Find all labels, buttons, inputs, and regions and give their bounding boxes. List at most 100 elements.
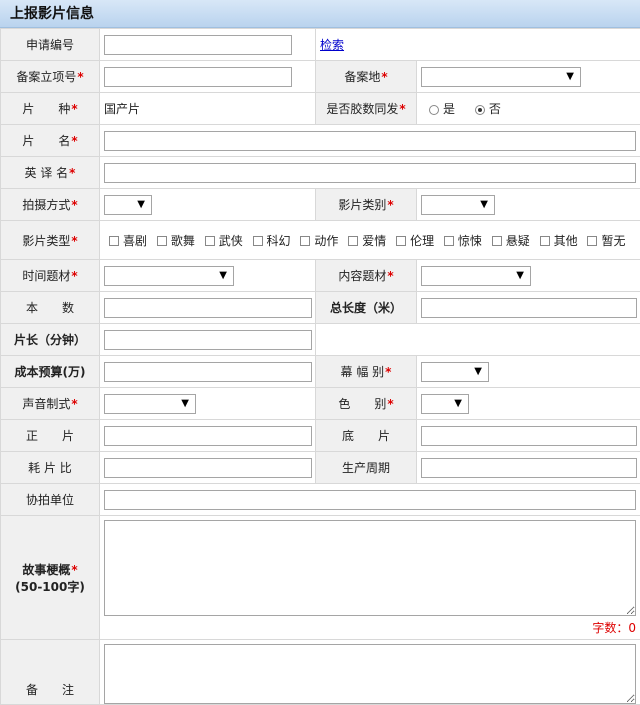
negative-film-input[interactable] <box>421 426 637 446</box>
checkbox-comedy[interactable] <box>109 236 119 246</box>
checkbox-other[interactable] <box>540 236 550 246</box>
required-mark: * <box>387 198 393 212</box>
co-producer-input[interactable] <box>104 490 636 510</box>
co-producer-label: 协拍单位 <box>1 484 100 516</box>
row-co-producer: 协拍单位 <box>1 484 640 516</box>
remarks-textarea[interactable] <box>104 644 636 704</box>
english-name-label: 英 译 名 <box>25 166 69 180</box>
checkbox-musical[interactable] <box>157 236 167 246</box>
checkbox-label: 动作 <box>314 234 338 248</box>
film-info-form: 申请编号 检索 备案立项号* 备案地* ▼ 片 种* 国产片 是否胶数同发* 是… <box>0 28 640 705</box>
time-theme-label: 时间题材 <box>22 269 70 283</box>
required-mark: * <box>69 166 75 180</box>
required-mark: * <box>387 397 393 411</box>
time-theme-select[interactable]: ▼ <box>104 266 234 286</box>
film-type-label: 影片类型 <box>22 234 70 248</box>
sound-format-label: 声音制式 <box>22 397 70 411</box>
required-mark: * <box>71 563 77 577</box>
sound-format-select[interactable]: ▼ <box>104 394 196 414</box>
content-theme-select[interactable]: ▼ <box>421 266 531 286</box>
checkbox-label: 暂无 <box>601 234 625 248</box>
negative-film-label: 底 片 <box>316 420 417 452</box>
positive-film-label: 正 片 <box>1 420 100 452</box>
film-name-input[interactable] <box>104 131 636 151</box>
checkbox-mystery[interactable] <box>492 236 502 246</box>
reels-input[interactable] <box>104 298 312 318</box>
dropdown-arrow-icon: ▼ <box>566 69 574 85</box>
production-cycle-input[interactable] <box>421 458 637 478</box>
color-type-select[interactable]: ▼ <box>421 394 469 414</box>
row-film-kind: 片 种* 国产片 是否胶数同发* 是 否 <box>1 93 640 125</box>
shoot-mode-select[interactable]: ▼ <box>104 195 152 215</box>
budget-input[interactable] <box>104 362 312 382</box>
record-no-input[interactable] <box>104 67 292 87</box>
form-title: 上报影片信息 <box>0 0 640 28</box>
required-mark: * <box>71 102 77 116</box>
checkbox-label: 科幻 <box>267 234 291 248</box>
required-mark: * <box>387 269 393 283</box>
search-link[interactable]: 检索 <box>320 38 344 52</box>
synopsis-label: 故事梗概 <box>22 563 70 577</box>
checkbox-action[interactable] <box>300 236 310 246</box>
screen-format-select[interactable]: ▼ <box>421 362 489 382</box>
dropdown-arrow-icon: ▼ <box>516 268 524 284</box>
checkbox-romance[interactable] <box>348 236 358 246</box>
total-length-label: 总长度（米） <box>316 292 417 324</box>
record-place-label: 备案地 <box>344 70 380 84</box>
required-mark: * <box>71 269 77 283</box>
radio-no[interactable] <box>475 105 485 115</box>
row-film-stock: 正 片 底 片 <box>1 420 640 452</box>
positive-film-input[interactable] <box>104 426 312 446</box>
checkbox-scifi[interactable] <box>253 236 263 246</box>
film-category-label: 影片类别 <box>338 198 386 212</box>
checkbox-label: 惊悚 <box>458 234 482 248</box>
required-mark: * <box>77 70 83 84</box>
radio-yes[interactable] <box>429 105 439 115</box>
checkbox-label: 武侠 <box>219 234 243 248</box>
app-no-label: 申请编号 <box>1 29 100 61</box>
row-sound: 声音制式* ▼ 色 别* ▼ <box>1 388 640 420</box>
english-name-input[interactable] <box>104 163 636 183</box>
checkbox-label: 歌舞 <box>171 234 195 248</box>
color-type-label: 色 别 <box>338 397 386 411</box>
checkbox-label: 伦理 <box>410 234 434 248</box>
word-count: 字数：0 <box>104 619 636 636</box>
row-ratio: 耗 片 比 生产周期 <box>1 452 640 484</box>
film-copy-label: 是否胶数同发 <box>326 102 398 116</box>
checkbox-thriller[interactable] <box>444 236 454 246</box>
row-app-no: 申请编号 检索 <box>1 29 640 61</box>
synopsis-hint: (50-100字) <box>5 578 95 595</box>
app-no-input[interactable] <box>104 35 292 55</box>
checkbox-none[interactable] <box>587 236 597 246</box>
film-kind-label: 片 种 <box>22 102 70 116</box>
duration-input[interactable] <box>104 330 312 350</box>
film-name-label: 片 名 <box>22 134 70 148</box>
film-ratio-label: 耗 片 比 <box>1 452 100 484</box>
film-category-select[interactable]: ▼ <box>421 195 495 215</box>
dropdown-arrow-icon: ▼ <box>474 364 482 380</box>
required-mark: * <box>385 365 391 379</box>
dropdown-arrow-icon: ▼ <box>480 197 488 213</box>
shoot-mode-label: 拍摄方式 <box>22 198 70 212</box>
checkbox-ethics[interactable] <box>396 236 406 246</box>
film-kind-value: 国产片 <box>100 93 316 125</box>
synopsis-textarea[interactable] <box>104 520 636 616</box>
row-duration: 片长（分钟） <box>1 324 640 356</box>
row-film-type: 影片类型* 喜剧 歌舞 武侠 科幻 动作 爱情 伦理 惊悚 悬疑 其他 暂无 <box>1 221 640 260</box>
row-theme: 时间题材* ▼ 内容题材* ▼ <box>1 260 640 292</box>
film-ratio-input[interactable] <box>104 458 312 478</box>
checkbox-martial[interactable] <box>205 236 215 246</box>
record-place-select[interactable]: ▼ <box>421 67 581 87</box>
row-english-name: 英 译 名* <box>1 157 640 189</box>
row-remarks: 备 注 <box>1 640 640 705</box>
checkbox-label: 喜剧 <box>123 234 147 248</box>
radio-no-label: 否 <box>489 102 501 116</box>
dropdown-arrow-icon: ▼ <box>137 197 145 213</box>
required-mark: * <box>71 198 77 212</box>
dropdown-arrow-icon: ▼ <box>181 396 189 412</box>
content-theme-label: 内容题材 <box>338 269 386 283</box>
checkbox-label: 其他 <box>554 234 578 248</box>
total-length-input[interactable] <box>421 298 637 318</box>
dropdown-arrow-icon: ▼ <box>219 268 227 284</box>
required-mark: * <box>381 70 387 84</box>
